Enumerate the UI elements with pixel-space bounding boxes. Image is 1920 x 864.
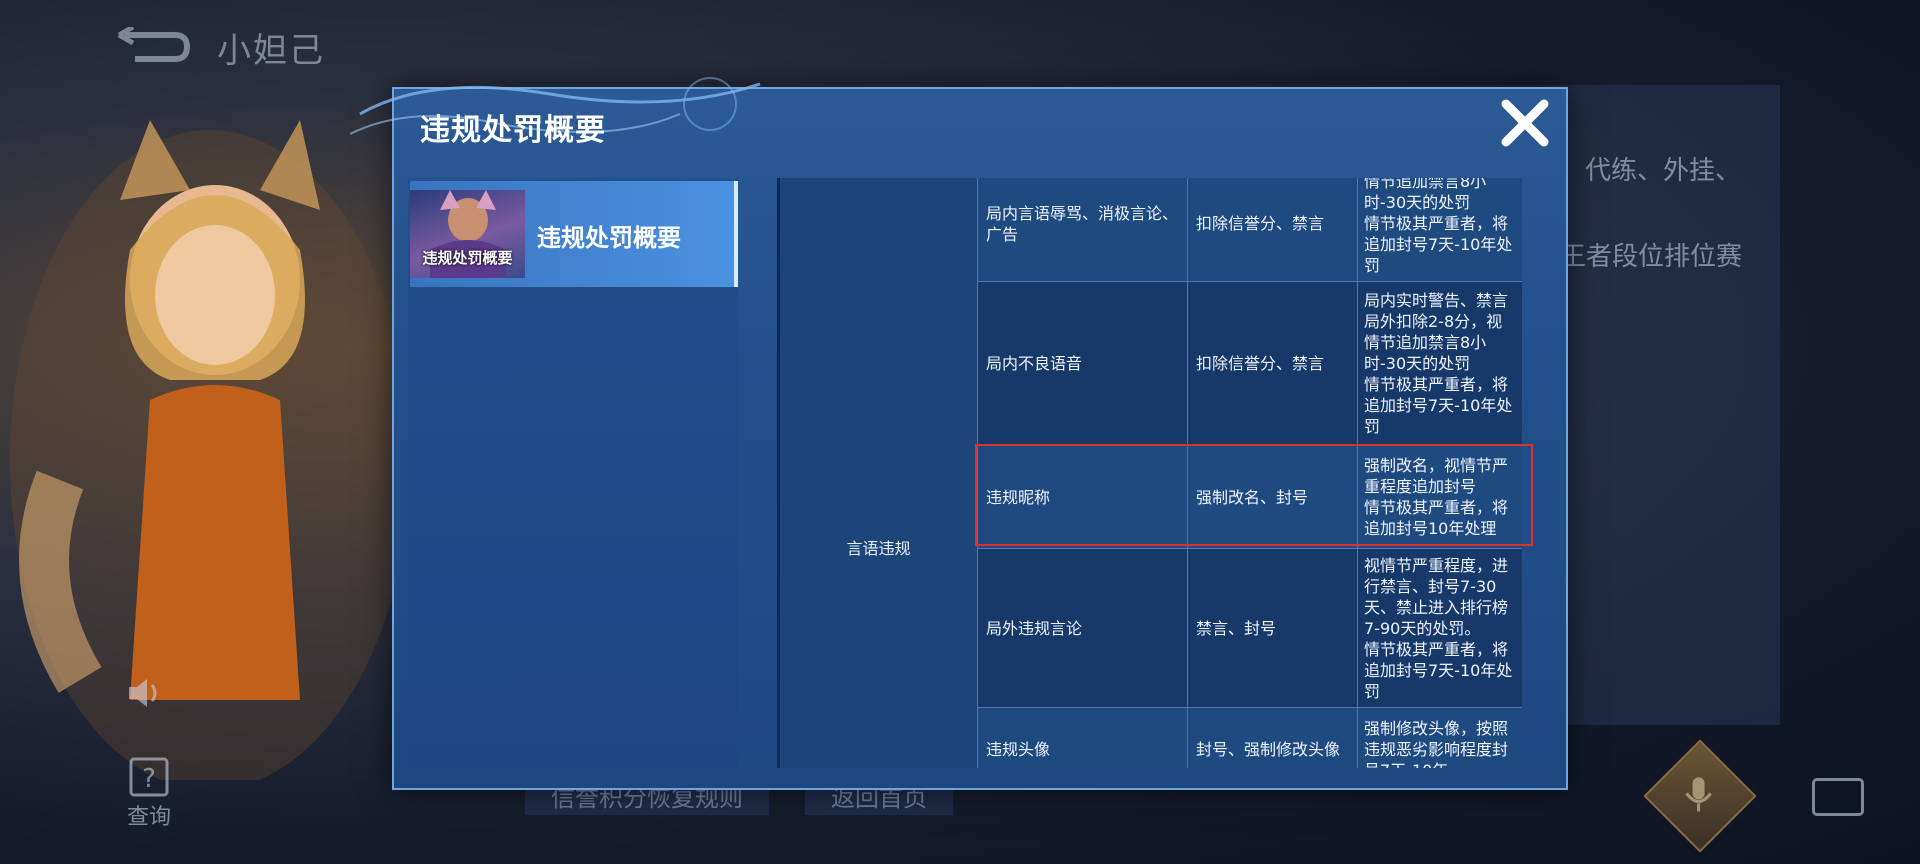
detail-cell: 情节追加禁言8小 时-30天的处罚 情节极其严重者，将 追加封号7天-10年处 …: [1364, 178, 1513, 275]
speaker-icon: [129, 679, 157, 707]
behavior-cell: 局外违规言论: [978, 549, 1188, 707]
category-cell: 言语违规: [780, 178, 978, 768]
dialog-title: 违规处罚概要: [420, 113, 606, 148]
hero-character-illustration: [10, 120, 410, 780]
background-text: 代练、外挂、: [1585, 156, 1742, 186]
penalty-cell: 扣除信誉分、禁言: [1188, 282, 1358, 445]
table-row: 局外违规言论 禁言、封号 视情节严重程度，进 行禁言、封号7-30 天、禁止进入…: [978, 549, 1522, 708]
background-title: 小妲己: [217, 30, 325, 71]
table-row: 局内不良语音 扣除信誉分、禁言 局内实时警告、禁言 局外扣除2-8分，视 情节追…: [978, 282, 1522, 446]
svg-text:?: ?: [142, 764, 156, 794]
table-row: 局内言语辱骂、消极言论、广告 扣除信誉分、禁言 情节追加禁言8小 时-30天的处…: [978, 178, 1522, 282]
keyboard-icon[interactable]: [1812, 778, 1864, 816]
background-text: 王者段位排位赛: [1560, 242, 1743, 272]
detail-cell: 强制修改头像，按照 违规恶劣影响程度封 号7天-10年: [1364, 718, 1509, 769]
penalty-cell: 封号、强制修改头像: [1188, 708, 1358, 768]
sidebar-item-label: 违规处罚概要: [537, 224, 681, 252]
highlight-box: [975, 444, 1533, 546]
question-book-icon: ?: [129, 757, 169, 797]
close-icon[interactable]: [1498, 96, 1552, 150]
category-label: 言语违规: [846, 539, 911, 558]
penalty-cell: 扣除信誉分、禁言: [1188, 178, 1358, 281]
detail-cell: 局内实时警告、禁言 局外扣除2-8分，视 情节追加禁言8小 时-30天的处罚 情…: [1364, 291, 1513, 436]
behavior-cell: 局内不良语音: [978, 282, 1188, 445]
thumbnail-label: 违规处罚概要: [422, 249, 513, 267]
table-row: 违规头像 封号、强制修改头像 强制修改头像，按照 违规恶劣影响程度封 号7天-1…: [978, 708, 1522, 768]
background-header: 小妲己: [115, 22, 325, 72]
speaker-button[interactable]: [125, 675, 165, 711]
microphone-icon: [1683, 775, 1715, 819]
voice-button[interactable]: [1643, 739, 1757, 853]
behavior-cell: 局内言语辱骂、消极言论、广告: [978, 178, 1188, 281]
back-arrow-icon[interactable]: [115, 27, 195, 67]
behavior-cell: 违规头像: [978, 708, 1188, 768]
penalty-cell: 禁言、封号: [1188, 549, 1358, 707]
query-button[interactable]: ? 查询: [125, 755, 173, 831]
sidebar-item-thumbnail: 违规处罚概要: [410, 190, 525, 278]
detail-cell: 视情节严重程度，进 行禁言、封号7-30 天、禁止进入排行榜 7-90天的处罚。…: [1364, 555, 1513, 701]
query-label: 查询: [126, 805, 171, 830]
